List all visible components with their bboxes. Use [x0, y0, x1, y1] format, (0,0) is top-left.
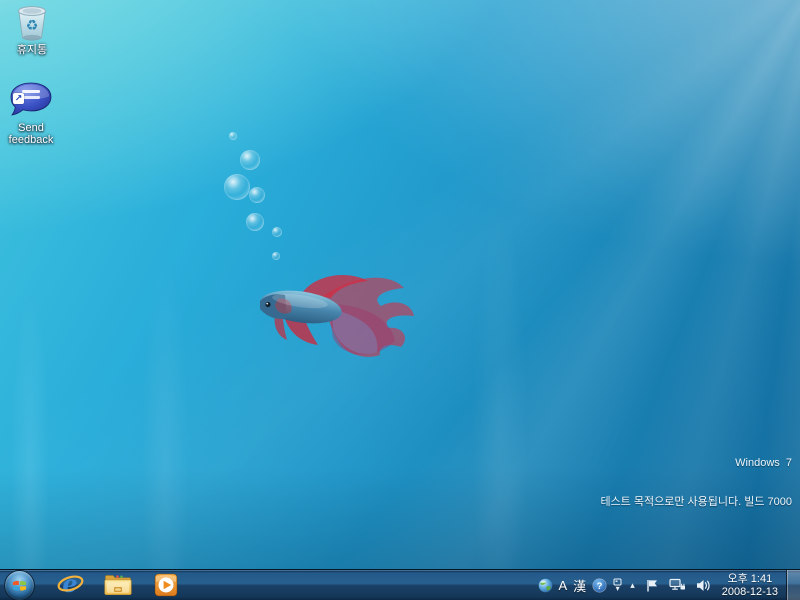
taskbar: e	[0, 569, 800, 600]
ime-options-menu[interactable]: ▾	[610, 570, 625, 600]
betta-fish-illustration	[228, 246, 436, 364]
windows-explorer-folder-icon	[103, 573, 133, 597]
action-center-button[interactable]	[640, 570, 664, 600]
taskbar-windows-explorer-button[interactable]	[103, 570, 133, 600]
network-status-button[interactable]	[664, 570, 691, 600]
recycle-bin-label: 휴지통	[1, 44, 63, 56]
ime-input-mode[interactable]: A	[556, 570, 571, 600]
show-hidden-icons-button[interactable]: ▴	[625, 570, 640, 600]
volume-icon	[696, 579, 711, 592]
watermark-line1: Windows 7	[600, 457, 792, 470]
build-watermark: Windows 7 테스트 목적으로만 사용됩니다. 빌드 7000	[600, 431, 792, 535]
ime-language-globe-icon	[538, 578, 553, 593]
show-desktop-button[interactable]	[786, 570, 800, 600]
system-tray: A 漢 ? ▾	[535, 570, 800, 600]
bubble-decoration	[240, 150, 260, 170]
help-icon: ?	[592, 578, 607, 593]
clock-date: 2008-12-13	[722, 586, 778, 599]
chevron-down-icon: ▾	[616, 586, 620, 592]
recycle-bin-desktop-icon[interactable]: ♻ 휴지통	[1, 4, 63, 56]
windows7-desktop-screen: ♻ 휴지통 ↗ S	[0, 0, 800, 600]
ime-hanja-key[interactable]: 漢	[570, 570, 589, 600]
bubble-decoration	[224, 174, 250, 200]
chevron-up-icon: ▴	[630, 580, 635, 591]
send-feedback-desktop-icon[interactable]: ↗ Send feedback	[0, 82, 62, 146]
taskbar-internet-explorer-button[interactable]: e	[56, 570, 84, 600]
recycle-bin-icon: ♻	[13, 4, 51, 42]
internet-explorer-icon: e	[57, 572, 84, 598]
desktop-wallpaper[interactable]: ♻ 휴지통 ↗ S	[0, 0, 800, 570]
start-button[interactable]	[4, 570, 35, 600]
bubble-decoration	[246, 213, 264, 231]
windows-media-player-icon	[153, 572, 179, 598]
ime-help-button[interactable]: ?	[589, 570, 610, 600]
svg-text:?: ?	[597, 580, 603, 591]
shortcut-arrow-overlay-icon: ↗	[13, 93, 24, 104]
svg-text:♻: ♻	[26, 17, 39, 33]
windows-orb-icon	[11, 577, 28, 594]
action-center-flag-icon	[645, 578, 659, 593]
network-status-icon	[669, 578, 686, 592]
volume-button[interactable]	[691, 570, 716, 600]
bubble-decoration	[229, 132, 237, 140]
clock-time: 오후 1:41	[722, 573, 778, 586]
bubble-decoration	[272, 227, 282, 237]
bubble-decoration	[249, 187, 265, 203]
ime-language-globe[interactable]	[535, 570, 556, 600]
watermark-line2: 테스트 목적으로만 사용됩니다. 빌드 7000	[600, 496, 792, 509]
send-feedback-label: Send feedback	[0, 122, 62, 146]
taskbar-media-player-button[interactable]	[152, 570, 180, 600]
taskbar-clock[interactable]: 오후 1:41 2008-12-13	[716, 572, 784, 599]
